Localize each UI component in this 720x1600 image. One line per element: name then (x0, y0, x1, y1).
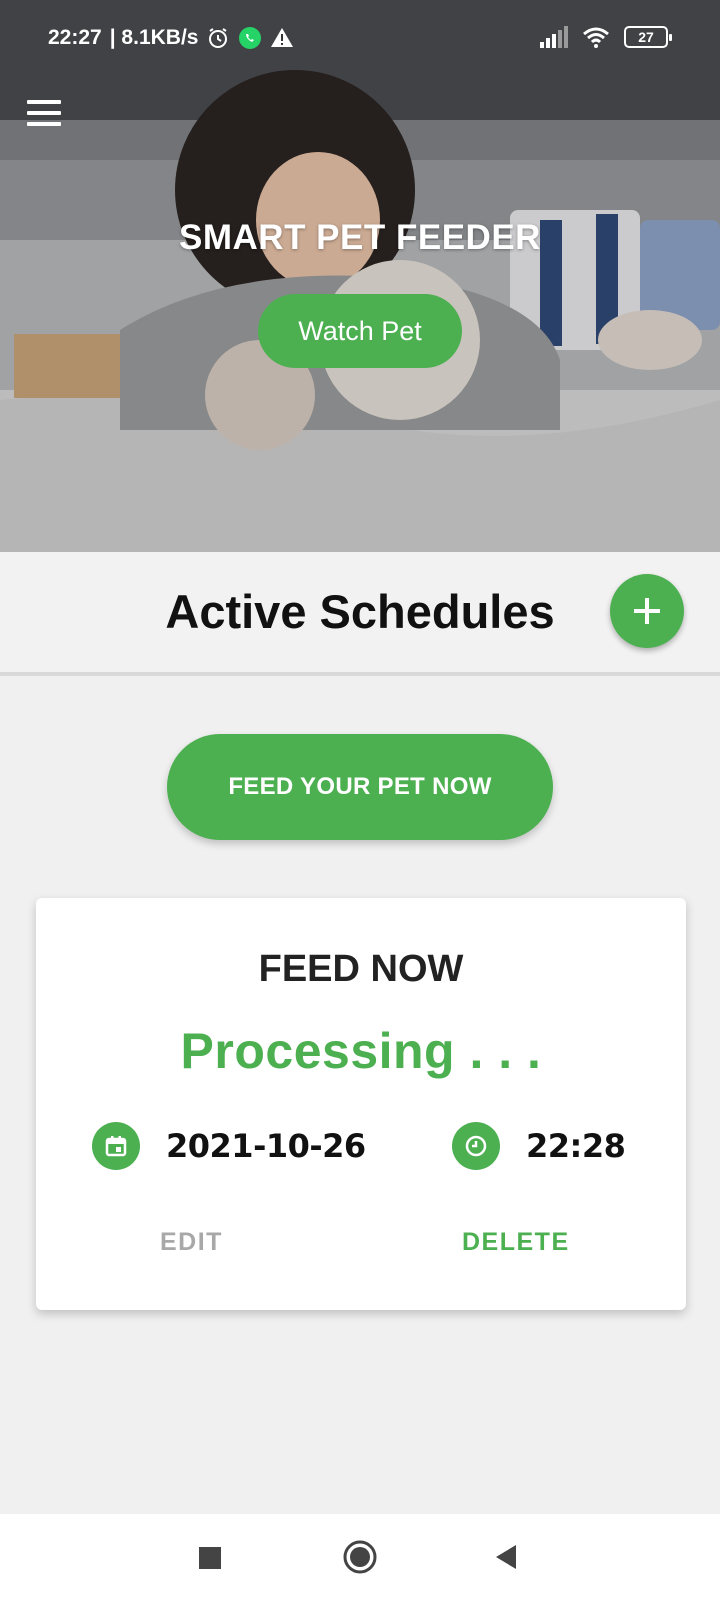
calendar-icon (92, 1122, 140, 1170)
status-bar: 22:27 | 8.1KB/s 27 (0, 0, 720, 80)
menu-icon[interactable] (24, 96, 64, 130)
battery-level: 27 (638, 29, 654, 45)
schedule-card: FEED NOW Processing . . . 2021-10-26 22:… (36, 898, 686, 1310)
card-title: FEED NOW (258, 948, 464, 990)
app-title: SMART PET FEEDER (179, 218, 541, 257)
watch-pet-button[interactable]: Watch Pet (258, 294, 462, 368)
whatsapp-icon (239, 27, 262, 49)
delete-button[interactable]: DELETE (462, 1228, 570, 1257)
status-time: 22:27 (48, 26, 102, 49)
navigation-bar (0, 1514, 720, 1600)
schedules-header: Active Schedules (0, 552, 720, 676)
wifi-icon (583, 27, 609, 48)
schedule-date: 2021-10-26 (166, 1127, 366, 1165)
edit-button[interactable]: EDIT (160, 1228, 223, 1257)
warning-icon (271, 28, 294, 47)
schedule-time: 22:28 (526, 1127, 626, 1165)
status-text: Processing . . . (180, 1023, 542, 1079)
hero-banner: 22:27 | 8.1KB/s 27 SMART PET FEEDER Watc… (0, 0, 720, 552)
plus-icon (634, 598, 660, 624)
clock-icon (452, 1122, 500, 1170)
back-icon[interactable] (494, 1544, 518, 1570)
date-info: 2021-10-26 (92, 1122, 366, 1170)
home-icon[interactable] (342, 1539, 378, 1575)
battery-icon: 27 (624, 26, 672, 48)
add-schedule-button[interactable] (610, 574, 684, 648)
signal-icon (540, 26, 568, 48)
hero-photo (0, 0, 720, 552)
status-net-speed: | 8.1KB/s (109, 26, 199, 49)
recents-icon[interactable] (198, 1546, 222, 1570)
time-info: 22:28 (452, 1122, 626, 1170)
feed-pet-now-button[interactable]: FEED YOUR PET NOW (167, 734, 553, 840)
alarm-icon (209, 28, 228, 48)
